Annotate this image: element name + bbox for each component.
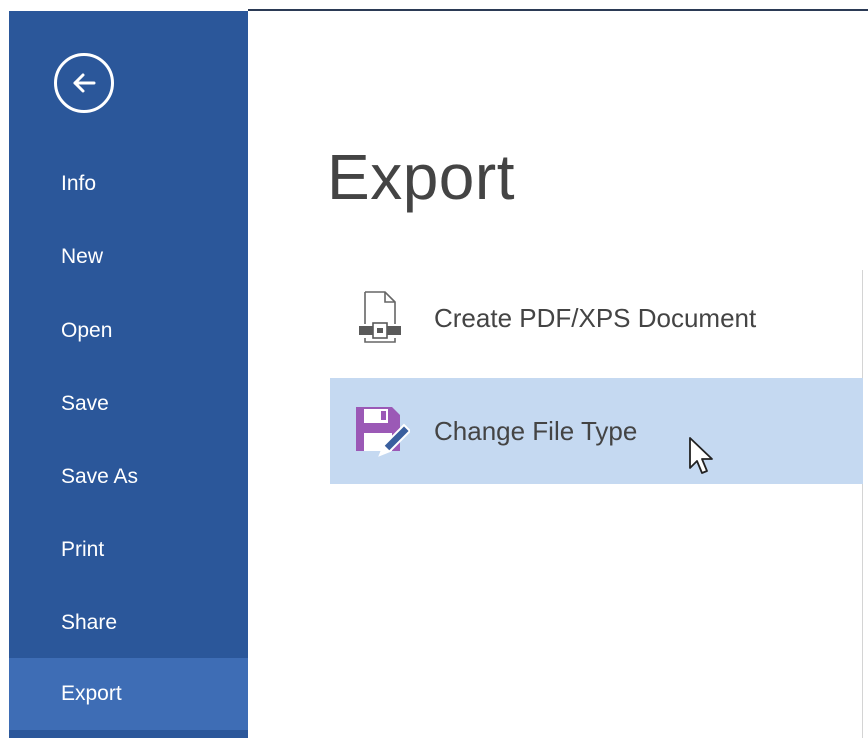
backstage-sidebar: Info New Open Save Save As Print Share E… [9, 11, 248, 738]
sidebar-item-save[interactable]: Save [9, 374, 248, 434]
option-label: Create PDF/XPS Document [434, 302, 757, 333]
window-top-border [248, 9, 868, 11]
floppy-edit-icon [356, 407, 410, 457]
sidebar-item-export[interactable]: Export [9, 658, 248, 730]
sidebar-item-label: Info [61, 172, 97, 195]
sidebar-item-print[interactable]: Print [9, 520, 248, 580]
mouse-pointer-icon [689, 437, 713, 474]
option-label: Change File Type [434, 415, 638, 446]
back-button[interactable] [54, 53, 114, 113]
sidebar-item-save-as[interactable]: Save As [9, 447, 248, 507]
sidebar-item-label: Export [61, 682, 122, 705]
back-arrow-icon [73, 73, 96, 93]
window-left-edge [0, 0, 9, 738]
change-file-type-option[interactable]: Change File Type [330, 378, 863, 484]
page-title: Export [327, 141, 515, 213]
sidebar-item-open[interactable]: Open [9, 301, 248, 361]
sidebar-item-label: New [61, 245, 104, 268]
create-pdf-xps-option[interactable]: Create PDF/XPS Document [330, 278, 863, 358]
pdf-document-icon [359, 291, 401, 343]
sidebar-item-new[interactable]: New [9, 227, 248, 287]
sidebar-item-label: Open [61, 319, 113, 342]
sidebar-item-info[interactable]: Info [9, 154, 248, 214]
sidebar-item-label: Save [61, 392, 109, 415]
sidebar-item-label: Share [61, 611, 118, 634]
sidebar-item-label: Print [61, 538, 105, 561]
sidebar-item-share[interactable]: Share [9, 593, 248, 653]
sidebar-item-label: Save As [61, 465, 139, 488]
